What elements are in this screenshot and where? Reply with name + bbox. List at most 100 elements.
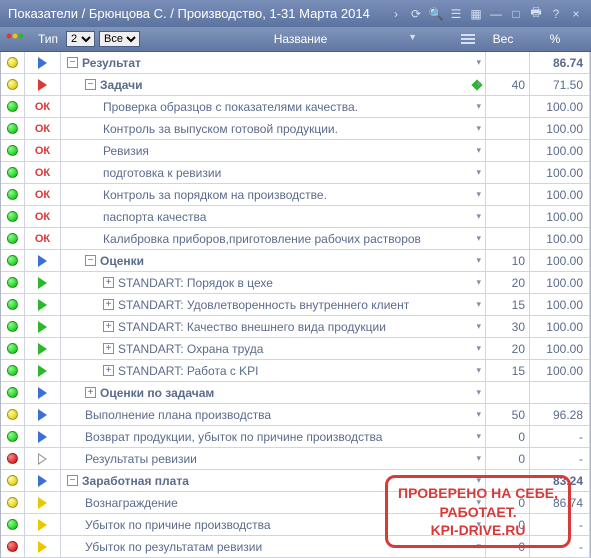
tree-toggle[interactable]: − [85, 79, 96, 90]
name-cell[interactable]: −Результат▾ [61, 52, 486, 73]
triangle-blue-icon [38, 475, 47, 487]
name-cell[interactable]: Ревизия▾ [61, 140, 486, 161]
name-cell[interactable]: Калибровка приборов,приготовление рабочи… [61, 228, 486, 249]
name-cell[interactable]: +STANDART: Охрана труда▾ [61, 338, 486, 359]
table-row[interactable]: Возврат продукции, убыток по причине про… [1, 426, 590, 448]
row-dropdown-icon[interactable]: ▾ [476, 541, 481, 552]
table-row[interactable]: +Оценки по задачам▾ [1, 382, 590, 404]
filter-select[interactable]: Все [99, 31, 140, 47]
table-row[interactable]: ОККалибровка приборов,приготовление рабо… [1, 228, 590, 250]
row-dropdown-icon[interactable]: ▾ [476, 233, 481, 244]
row-dropdown-icon[interactable]: ▾ [476, 321, 481, 332]
row-dropdown-icon[interactable]: ▾ [476, 497, 481, 508]
row-dropdown-icon[interactable]: ▾ [476, 167, 481, 178]
name-cell[interactable]: −Оценки▾ [61, 250, 486, 271]
row-dropdown-icon[interactable]: ▾ [476, 387, 481, 398]
refresh-icon[interactable]: ⟳ [409, 7, 423, 21]
row-dropdown-icon[interactable]: ▾ [476, 365, 481, 376]
name-cell[interactable]: Убыток по причине производства▾ [61, 514, 486, 535]
sort-arrow-icon[interactable]: ▼ [408, 32, 417, 42]
tree-toggle[interactable]: + [103, 365, 114, 376]
row-dropdown-icon[interactable]: ▾ [476, 145, 481, 156]
name-cell[interactable]: −Заработная плата▾ [61, 470, 486, 491]
row-dropdown-icon[interactable]: ▾ [476, 475, 481, 486]
name-cell[interactable]: паспорта качества▾ [61, 206, 486, 227]
table-row[interactable]: Убыток по результатам ревизии▾0- [1, 536, 590, 558]
table-row[interactable]: −Результат▾86.74 [1, 52, 590, 74]
close-icon[interactable]: × [569, 7, 583, 21]
name-cell[interactable]: Контроль за порядком на производстве.▾ [61, 184, 486, 205]
table-row[interactable]: Результаты ревизии▾0- [1, 448, 590, 470]
row-dropdown-icon[interactable]: ▾ [476, 277, 481, 288]
tree-toggle[interactable]: + [103, 277, 114, 288]
triangle-yellow-icon [38, 519, 47, 531]
row-dropdown-icon[interactable]: ▾ [476, 343, 481, 354]
table-row[interactable]: −Заработная плата▾83.24 [1, 470, 590, 492]
table-row[interactable]: Выполнение плана производства▾5096.28 [1, 404, 590, 426]
table-row[interactable]: −Оценки▾10100.00 [1, 250, 590, 272]
table-row[interactable]: ОКпаспорта качества▾100.00 [1, 206, 590, 228]
name-cell[interactable]: Контроль за выпуском готовой продукции.▾ [61, 118, 486, 139]
name-cell[interactable]: Убыток по результатам ревизии▾ [61, 536, 486, 557]
row-dropdown-icon[interactable]: ▾ [476, 101, 481, 112]
row-dropdown-icon[interactable]: ▾ [476, 519, 481, 530]
table-row[interactable]: −Задачи▾4071.50 [1, 74, 590, 96]
name-cell[interactable]: +STANDART: Порядок в цехе▾ [61, 272, 486, 293]
tree-toggle[interactable]: − [85, 255, 96, 266]
name-cell[interactable]: Проверка образцов с показателями качеств… [61, 96, 486, 117]
table-row[interactable]: Убыток по причине производства▾0- [1, 514, 590, 536]
row-dropdown-icon[interactable]: ▾ [476, 123, 481, 134]
status-light-cell [1, 250, 25, 271]
row-dropdown-icon[interactable]: ▾ [476, 189, 481, 200]
row-dropdown-icon[interactable]: ▾ [476, 409, 481, 420]
table-row[interactable]: Вознаграждение▾086.74 [1, 492, 590, 514]
table-row[interactable]: +STANDART: Качество внешнего вида продук… [1, 316, 590, 338]
table-row[interactable]: ОККонтроль за выпуском готовой продукции… [1, 118, 590, 140]
tree-toggle[interactable]: − [67, 475, 78, 486]
tree-toggle[interactable]: − [67, 57, 78, 68]
table-row[interactable]: ОКподготовка к ревизии▾100.00 [1, 162, 590, 184]
table-row[interactable]: ОКРевизия▾100.00 [1, 140, 590, 162]
tree-toggle[interactable]: + [103, 321, 114, 332]
weight-header[interactable]: Вес [481, 32, 525, 46]
name-cell[interactable]: −Задачи▾ [61, 74, 486, 95]
name-cell[interactable]: Вознаграждение▾ [61, 492, 486, 513]
help-icon[interactable]: ? [549, 7, 563, 21]
table-row[interactable]: ОККонтроль за порядком на производстве.▾… [1, 184, 590, 206]
table-row[interactable]: +STANDART: Удовлетворенность внутреннего… [1, 294, 590, 316]
tree-toggle[interactable]: + [103, 299, 114, 310]
name-cell[interactable]: +Оценки по задачам▾ [61, 382, 486, 403]
row-dropdown-icon[interactable]: ▾ [476, 211, 481, 222]
name-cell[interactable]: +STANDART: Работа с KPI▾ [61, 360, 486, 381]
print-icon[interactable]: 🖶 [529, 7, 543, 21]
name-cell[interactable]: подготовка к ревизии▾ [61, 162, 486, 183]
name-cell[interactable]: +STANDART: Качество внешнего вида продук… [61, 316, 486, 337]
list-icon[interactable]: ☰ [449, 7, 463, 21]
tree-toggle[interactable]: + [103, 343, 114, 354]
search-icon[interactable]: 🔍 [429, 7, 443, 21]
menu-icon[interactable] [461, 34, 475, 44]
row-dropdown-icon[interactable]: ▾ [476, 79, 481, 90]
table-row[interactable]: +STANDART: Охрана труда▾20100.00 [1, 338, 590, 360]
name-cell[interactable]: Возврат продукции, убыток по причине про… [61, 426, 486, 447]
name-header[interactable]: Название [274, 32, 328, 46]
table-row[interactable]: ОКПроверка образцов с показателями качес… [1, 96, 590, 118]
minimize-icon[interactable]: — [489, 7, 503, 21]
back-icon[interactable]: › [389, 7, 403, 21]
table-row[interactable]: +STANDART: Работа с KPI▾15100.00 [1, 360, 590, 382]
level-select[interactable]: 123 [66, 31, 95, 47]
row-dropdown-icon[interactable]: ▾ [476, 57, 481, 68]
grid-icon[interactable]: ▦ [469, 7, 483, 21]
row-dropdown-icon[interactable]: ▾ [476, 299, 481, 310]
row-dropdown-icon[interactable]: ▾ [476, 431, 481, 442]
row-dropdown-icon[interactable]: ▾ [476, 453, 481, 464]
type-header[interactable]: Тип [30, 32, 66, 46]
name-cell[interactable]: Результаты ревизии▾ [61, 448, 486, 469]
maximize-icon[interactable]: □ [509, 7, 523, 21]
percent-header[interactable]: % [525, 32, 585, 46]
table-row[interactable]: +STANDART: Порядок в цехе▾20100.00 [1, 272, 590, 294]
tree-toggle[interactable]: + [85, 387, 96, 398]
name-cell[interactable]: +STANDART: Удовлетворенность внутреннего… [61, 294, 486, 315]
row-dropdown-icon[interactable]: ▾ [476, 255, 481, 266]
name-cell[interactable]: Выполнение плана производства▾ [61, 404, 486, 425]
